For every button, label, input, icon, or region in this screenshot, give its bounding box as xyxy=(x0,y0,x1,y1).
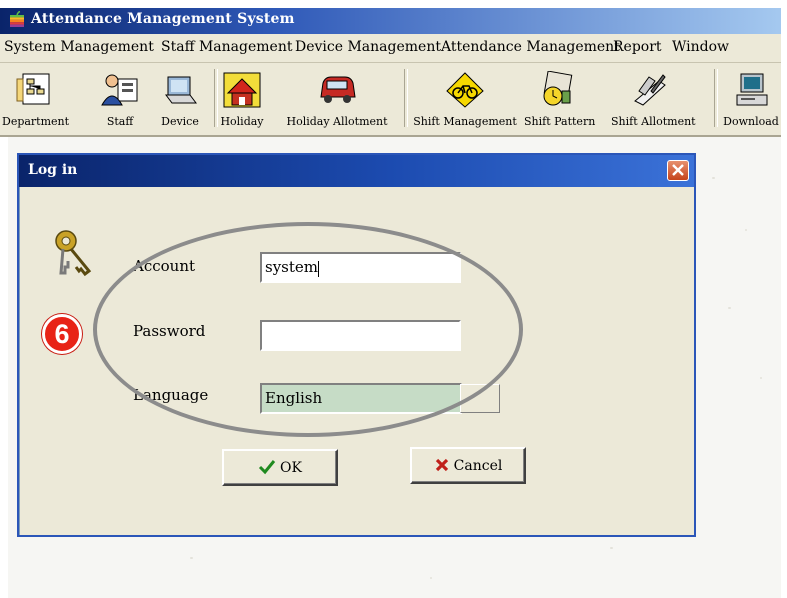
toolbar-holiday-allotment-label: Holiday Allotment xyxy=(286,115,388,128)
app-window: Attendance Management System System Mana… xyxy=(0,0,787,598)
workspace-left-edge xyxy=(0,137,8,598)
menu-device-management[interactable]: Device Management xyxy=(295,39,441,55)
toolbar-separator xyxy=(714,69,718,127)
toolbar: Department Staff Device Holiday Holiday … xyxy=(0,63,787,137)
app-titlebar: Attendance Management System xyxy=(0,8,787,34)
holiday-allotment-icon xyxy=(320,76,356,103)
menu-staff-management[interactable]: Staff Management xyxy=(161,39,292,55)
toolbar-device-label: Device xyxy=(161,115,199,128)
toolbar-shift-allotment-button[interactable]: Shift Allotment xyxy=(611,63,696,135)
toolbar-separator xyxy=(214,69,218,127)
department-icon xyxy=(16,73,50,105)
cancel-button[interactable]: Cancel xyxy=(410,447,526,484)
texture-speck xyxy=(610,547,613,549)
step-number-badge: 6 xyxy=(42,314,82,354)
toolbar-holiday-allotment-button[interactable]: Holiday Allotment xyxy=(281,63,393,135)
annotation-ellipse xyxy=(93,222,523,437)
texture-speck xyxy=(745,229,747,231)
cancel-button-label: Cancel xyxy=(453,458,503,474)
toolbar-shift-pattern-button[interactable]: Shift Pattern xyxy=(524,63,596,135)
toolbar-shift-management-label: Shift Management xyxy=(413,115,517,128)
cancel-button-content: Cancel xyxy=(412,457,524,474)
toolbar-separator xyxy=(404,69,408,127)
ok-button-content: OK xyxy=(224,459,336,476)
toolbar-department-button[interactable]: Department xyxy=(2,63,70,135)
toolbar-shift-allotment-label: Shift Allotment xyxy=(611,115,696,128)
ok-button-label: OK xyxy=(280,460,302,476)
texture-speck xyxy=(430,577,432,579)
toolbar-download-label: Download xyxy=(723,115,779,128)
download-icon xyxy=(736,73,768,106)
texture-speck xyxy=(190,557,193,559)
step-number-text: 6 xyxy=(54,319,70,349)
texture-speck xyxy=(712,177,715,179)
toolbar-holiday-label: Holiday xyxy=(220,115,264,128)
keys-icon xyxy=(55,230,92,277)
login-dialog-title: Log in xyxy=(28,162,78,178)
texture-speck xyxy=(760,377,762,379)
menu-attendance-management[interactable]: Attendance Management xyxy=(441,39,620,55)
app-title: Attendance Management System xyxy=(31,11,295,27)
toolbar-download-button[interactable]: Download xyxy=(720,63,782,135)
menu-bar: System Management Staff Management Devic… xyxy=(0,34,787,63)
toolbar-holiday-button[interactable]: Holiday xyxy=(219,63,265,135)
right-edge xyxy=(781,0,787,598)
menu-system-management[interactable]: System Management xyxy=(4,39,154,55)
menu-window[interactable]: Window xyxy=(672,39,729,55)
cross-icon xyxy=(435,458,448,472)
login-dialog-titlebar: Log in xyxy=(19,155,694,187)
toolbar-staff-button[interactable]: Staff xyxy=(101,63,138,135)
toolbar-staff-label: Staff xyxy=(106,115,134,128)
toolbar-shift-management-button[interactable]: Shift Management xyxy=(410,63,520,135)
shift-pattern-icon xyxy=(543,71,573,106)
ok-button[interactable]: OK xyxy=(222,449,338,486)
checkmark-icon xyxy=(258,460,276,475)
close-button[interactable] xyxy=(667,160,689,181)
toolbar-shift-pattern-label: Shift Pattern xyxy=(524,115,596,128)
apple-logo-icon xyxy=(10,11,24,27)
texture-speck xyxy=(728,307,731,309)
shift-management-icon xyxy=(446,72,484,108)
shift-allotment-icon xyxy=(634,74,666,106)
staff-icon xyxy=(101,74,138,106)
toolbar-device-button[interactable]: Device xyxy=(156,63,204,135)
close-icon xyxy=(672,164,684,176)
device-icon xyxy=(165,76,197,104)
toolbar-department-label: Department xyxy=(2,115,70,128)
holiday-icon xyxy=(223,72,261,108)
menu-report[interactable]: Report xyxy=(613,39,662,55)
